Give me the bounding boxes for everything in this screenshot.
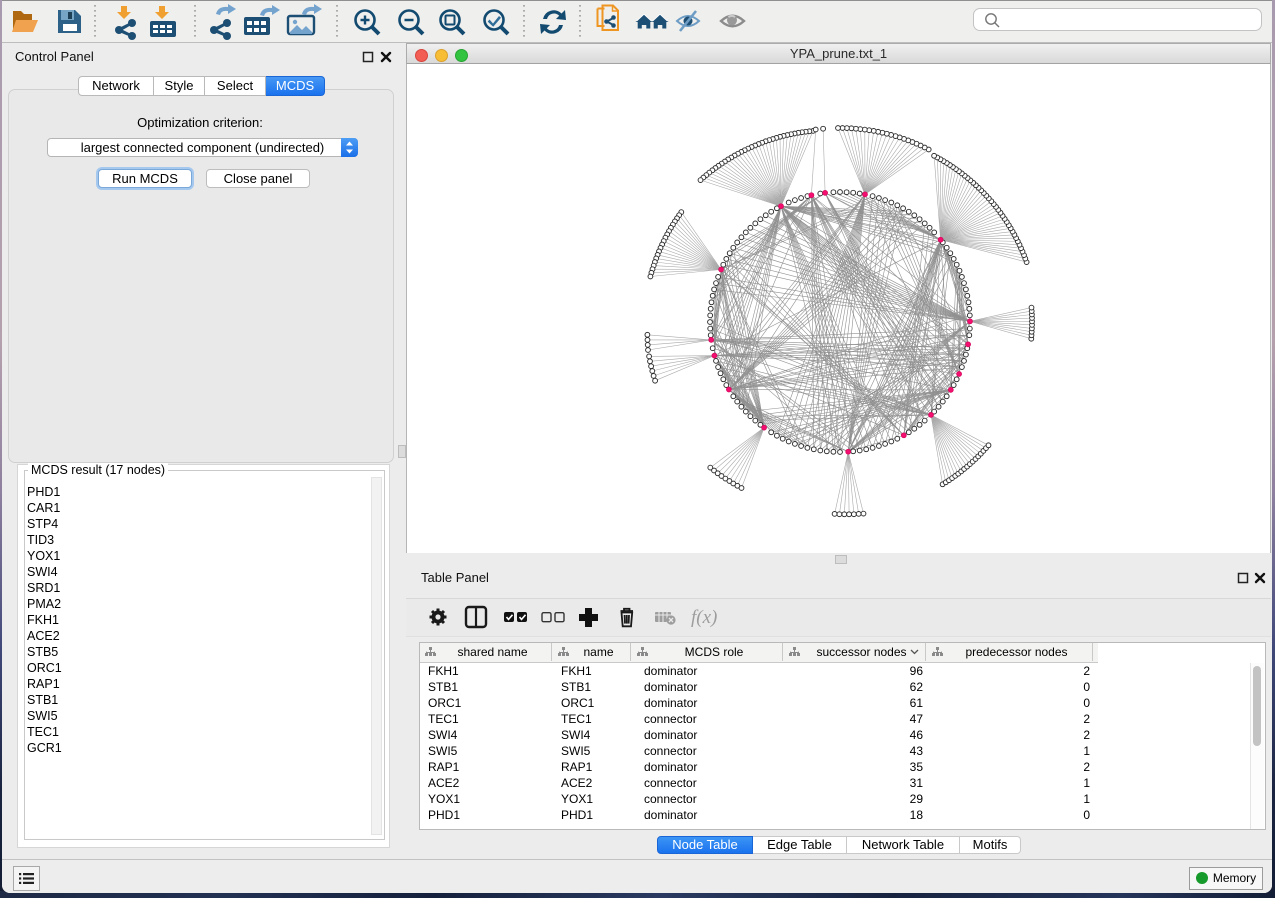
svg-text:f(x): f(x) [691, 607, 717, 628]
